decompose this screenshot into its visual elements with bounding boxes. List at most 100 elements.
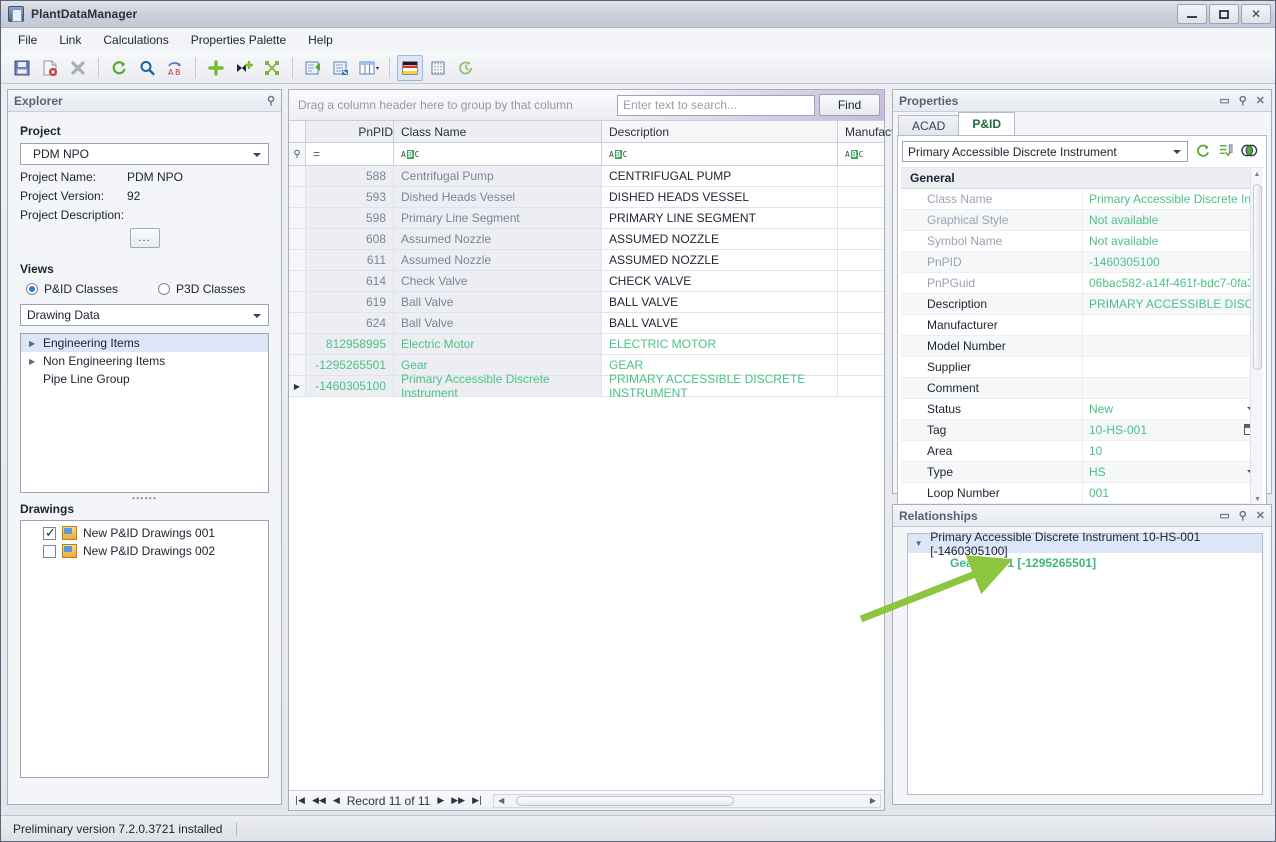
search-icon[interactable] xyxy=(134,55,160,81)
property-row[interactable]: Loop Number 001 xyxy=(901,483,1263,504)
property-row[interactable]: DescriptionPRIMARY ACCESSIBLE DISCRET... xyxy=(901,294,1263,315)
property-value[interactable] xyxy=(1083,336,1263,356)
tree-item-pipe-line-group[interactable]: Pipe Line Group xyxy=(21,370,268,388)
property-value[interactable]: PRIMARY ACCESSIBLE DISCRET... xyxy=(1083,294,1263,314)
toggle-icon[interactable] xyxy=(1240,142,1259,162)
data-view-combo[interactable]: Drawing Data xyxy=(20,304,269,326)
apply-icon[interactable] xyxy=(1217,142,1234,162)
next-record-button[interactable]: ▶ xyxy=(437,796,444,806)
tree-item-non-engineering-items[interactable]: ▶ Non Engineering Items xyxy=(21,352,268,370)
close-icon[interactable]: ✕ xyxy=(1256,509,1265,522)
property-value[interactable]: -1460305100 xyxy=(1083,252,1263,272)
menu-item-calculations[interactable]: Calculations xyxy=(92,30,179,50)
prev-record-button[interactable]: ◀ xyxy=(333,796,340,806)
properties-vertical-scrollbar[interactable]: ▲ ▼ xyxy=(1250,168,1263,505)
filter-pnpid[interactable]: = xyxy=(306,143,394,165)
table-row[interactable]: 598 Primary Line Segment PRIMARY LINE SEGM… xyxy=(289,208,931,229)
property-value[interactable]: 06bac582-a14f-461f-bdc7-0fa3... xyxy=(1083,273,1263,293)
delete-document-icon[interactable] xyxy=(37,55,63,81)
minimize-button[interactable] xyxy=(1177,4,1207,24)
property-value[interactable] xyxy=(1083,378,1263,398)
drawing-checkbox[interactable] xyxy=(43,544,56,558)
list-item[interactable]: New P&ID Drawings 002 xyxy=(21,542,268,560)
menu-item-link[interactable]: Link xyxy=(48,30,92,50)
restore-icon[interactable]: ▭ xyxy=(1219,94,1229,107)
radio-p3d-classes[interactable]: P3D Classes xyxy=(158,282,245,296)
property-value[interactable]: HS xyxy=(1083,462,1263,482)
property-row[interactable]: Symbol Name Not available xyxy=(901,231,1263,252)
table-row[interactable]: 812958995 Electric Motor ELECTRIC MOTOR xyxy=(289,334,931,355)
drawing-checkbox[interactable] xyxy=(43,525,56,541)
first-record-button[interactable]: |◀ xyxy=(295,796,305,806)
property-row[interactable]: PnPGuid 06bac582-a14f-461f-bdc7-0fa3... xyxy=(901,273,1263,294)
property-value[interactable]: 10 xyxy=(1083,441,1263,461)
refresh-icon[interactable] xyxy=(1194,142,1211,162)
save-icon[interactable] xyxy=(9,55,35,81)
property-value[interactable]: 10-HS-001 xyxy=(1083,420,1263,440)
table-row[interactable]: 624 Ball Valve BALL VALVE xyxy=(289,313,931,334)
find-button[interactable]: Find xyxy=(819,94,880,116)
property-row[interactable]: Status New xyxy=(901,399,1263,420)
pin-icon[interactable]: ⚲ xyxy=(267,94,275,107)
browse-button[interactable]: ... xyxy=(129,228,160,248)
history-icon[interactable] xyxy=(453,55,479,81)
prev-page-button[interactable]: ◀◀ xyxy=(312,796,326,806)
grid-layout-icon[interactable] xyxy=(356,55,382,81)
property-value[interactable] xyxy=(1083,315,1263,335)
property-value[interactable]: Primary Accessible Discrete Inst... xyxy=(1083,189,1263,209)
scroll-right-arrow-icon[interactable]: ▶ xyxy=(870,796,876,805)
add-connector-icon[interactable] xyxy=(231,55,257,81)
last-record-button[interactable]: ▶| xyxy=(472,796,482,806)
scrollbar-thumb[interactable] xyxy=(516,795,735,806)
splitter-grip[interactable]: ▪▪▪▪▪▪ xyxy=(20,493,269,503)
table-row[interactable]: 593 Dished Heads Vessel DISHED HEADS VESSE… xyxy=(289,187,931,208)
tab-pid[interactable]: P&ID xyxy=(958,112,1016,135)
column-header-class-name[interactable]: Class Name xyxy=(394,121,602,142)
property-value[interactable]: Not available xyxy=(1083,231,1263,251)
property-value[interactable]: Not available xyxy=(1083,210,1263,230)
menu-item-properties-palette[interactable]: Properties Palette xyxy=(180,30,297,50)
tab-acad[interactable]: ACAD xyxy=(898,115,960,135)
expand-arrow-icon[interactable]: ▶ xyxy=(29,357,43,366)
property-row[interactable]: PnPID -1460305100 xyxy=(901,252,1263,273)
export-icon[interactable] xyxy=(300,55,326,81)
maximize-button[interactable] xyxy=(1209,4,1239,24)
group-by-bar[interactable]: Drag a column header here to group by th… xyxy=(289,90,884,121)
table-row[interactable]: 608 Assumed Nozzle ASSUMED NOZZLE xyxy=(289,229,931,250)
property-row[interactable]: Comment xyxy=(901,378,1263,399)
property-row[interactable]: Type HS xyxy=(901,462,1263,483)
property-value[interactable]: 001 xyxy=(1083,483,1263,503)
column-header-pnpid[interactable]: PnPID xyxy=(306,121,394,142)
add-icon[interactable] xyxy=(203,55,229,81)
radio-pid-classes[interactable]: P&ID Classes xyxy=(26,282,118,296)
property-row[interactable]: Class Name Primary Accessible Discrete In… xyxy=(901,189,1263,210)
filter-class-name[interactable]: ABC xyxy=(394,143,602,165)
close-icon[interactable]: ✕ xyxy=(1256,94,1265,107)
column-header-description[interactable]: Description xyxy=(602,121,838,142)
list-item[interactable]: New P&ID Drawings 001 xyxy=(21,524,268,542)
link-items-icon[interactable] xyxy=(259,55,285,81)
table-row[interactable]: 588 Centrifugal Pump CENTRIFUGAL PUMP xyxy=(289,166,931,187)
table-row[interactable]: 614 Check Valve CHECK VALVE xyxy=(289,271,931,292)
pin-icon[interactable]: ⚲ xyxy=(1239,94,1247,107)
collapse-arrow-icon[interactable]: ▼ xyxy=(912,539,925,548)
filter-indicator-icon[interactable]: ⚲ xyxy=(289,143,306,165)
menu-item-file[interactable]: File xyxy=(7,30,48,50)
expand-arrow-icon[interactable]: ▶ xyxy=(29,339,43,348)
property-row[interactable]: Manufacturer xyxy=(901,315,1263,336)
tree-item-engineering-items[interactable]: ▶ Engineering Items xyxy=(21,334,268,352)
menu-item-help[interactable]: Help xyxy=(297,30,344,50)
close-button[interactable]: ✕ xyxy=(1241,4,1271,24)
project-combo[interactable]: PDM NPO xyxy=(20,143,269,165)
property-row[interactable]: Graphical Style Not available xyxy=(901,210,1263,231)
table-row[interactable]: 611 Assumed Nozzle ASSUMED NOZZLE xyxy=(289,250,931,271)
relationship-root-node[interactable]: ▼ Primary Accessible Discrete Instrument… xyxy=(908,530,1262,558)
table-row[interactable]: 619 Ball Valve BALL VALVE xyxy=(289,292,931,313)
search-input[interactable]: Enter text to search... xyxy=(617,94,815,116)
pin-icon[interactable]: ⚲ xyxy=(1239,509,1247,522)
row-view-icon[interactable] xyxy=(397,54,423,81)
property-row[interactable]: Area 10 xyxy=(901,441,1263,462)
restore-icon[interactable]: ▭ xyxy=(1219,509,1229,522)
property-row[interactable]: Supplier xyxy=(901,357,1263,378)
properties-class-combo[interactable]: Primary Accessible Discrete Instrument xyxy=(902,141,1188,162)
